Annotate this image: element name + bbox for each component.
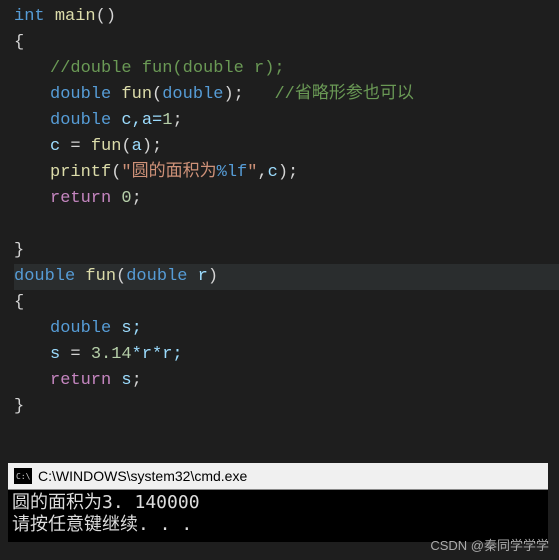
code-line: } bbox=[14, 238, 559, 264]
code-line bbox=[14, 212, 559, 238]
code-line-active: double fun(double r) bbox=[14, 264, 559, 290]
code-line: return 0; bbox=[14, 186, 559, 212]
code-line: s = 3.14*r*r; bbox=[14, 342, 559, 368]
code-line: //double fun(double r); bbox=[14, 56, 559, 82]
comment: //省略形参也可以 bbox=[274, 85, 413, 104]
code-editor[interactable]: int main() { //double fun(double r); dou… bbox=[0, 0, 559, 420]
output-line: 请按任意键继续. . . bbox=[12, 514, 544, 536]
watermark: CSDN @秦同学学学 bbox=[430, 535, 549, 554]
cmd-icon: C:\ bbox=[14, 468, 32, 484]
code-line: { bbox=[14, 30, 559, 56]
code-line: c = fun(a); bbox=[14, 134, 559, 160]
code-line: int main() bbox=[14, 4, 559, 30]
code-line: double fun(double); //省略形参也可以 bbox=[14, 82, 559, 108]
code-line: double c,a=1; bbox=[14, 108, 559, 134]
terminal-title-text: C:\WINDOWS\system32\cmd.exe bbox=[38, 468, 247, 484]
code-line: } bbox=[14, 394, 559, 420]
output-line: 圆的面积为3. 140000 bbox=[12, 492, 544, 514]
terminal-titlebar[interactable]: C:\ C:\WINDOWS\system32\cmd.exe bbox=[8, 463, 548, 489]
code-line: return s; bbox=[14, 368, 559, 394]
code-line: printf("圆的面积为%lf",c); bbox=[14, 160, 559, 186]
comment: //double fun(double r); bbox=[50, 59, 285, 78]
function-name: main bbox=[55, 7, 96, 26]
terminal-window[interactable]: C:\ C:\WINDOWS\system32\cmd.exe 圆的面积为3. … bbox=[8, 463, 548, 542]
code-line: { bbox=[14, 290, 559, 316]
keyword-type: int bbox=[14, 7, 45, 26]
code-line: double s; bbox=[14, 316, 559, 342]
